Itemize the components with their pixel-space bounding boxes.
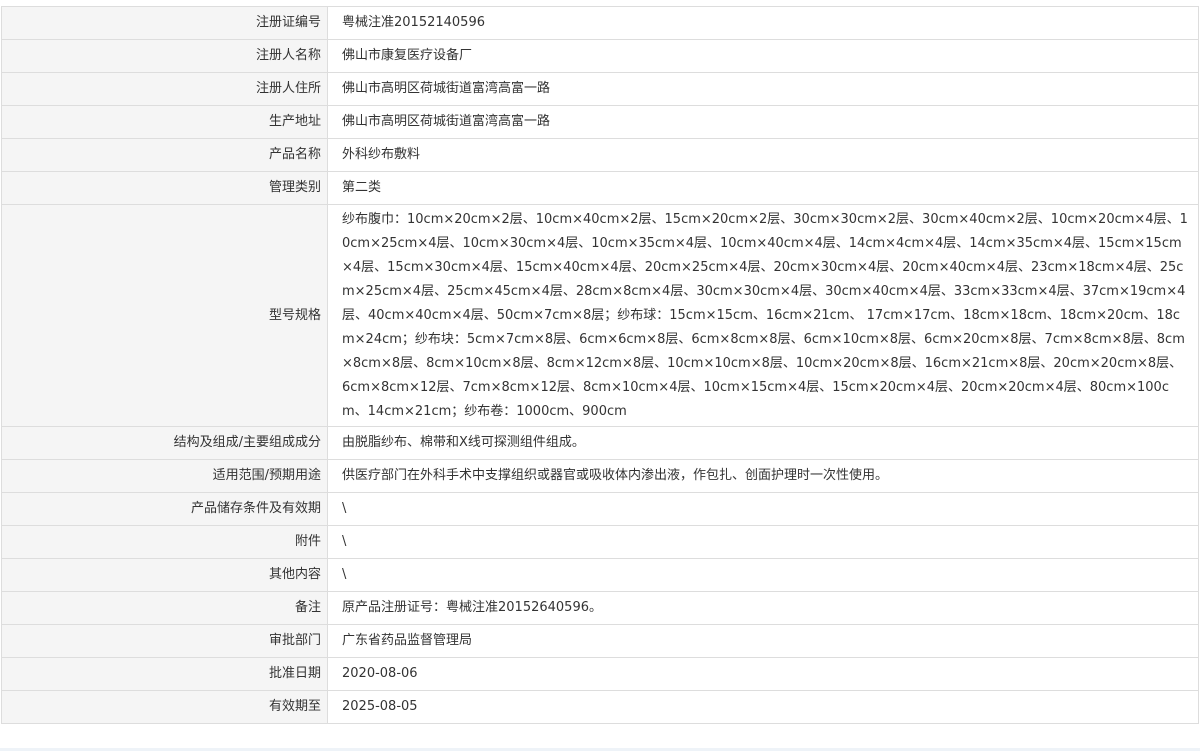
value-other-content: \	[327, 558, 1199, 592]
row-approval-department: 审批部门 广东省药品监督管理局	[1, 624, 1199, 658]
row-registrant-name: 注册人名称 佛山市康复医疗设备厂	[1, 39, 1199, 73]
label-approval-department: 审批部门	[1, 624, 328, 658]
row-intended-use: 适用范围/预期用途 供医疗部门在外科手术中支撑组织或器官或吸收体内渗出液，作包扎…	[1, 459, 1199, 493]
row-other-content: 其他内容 \	[1, 558, 1199, 592]
registration-detail-table: 注册证编号 粤械注准20152140596 注册人名称 佛山市康复医疗设备厂 注…	[1, 6, 1199, 724]
value-remarks: 原产品注册证号：粤械注准20152640596。	[327, 591, 1199, 625]
value-structure-composition: 由脱脂纱布、棉带和X线可探测组件组成。	[327, 426, 1199, 460]
label-intended-use: 适用范围/预期用途	[1, 459, 328, 493]
value-approval-department: 广东省药品监督管理局	[327, 624, 1199, 658]
label-model-specification: 型号规格	[1, 204, 328, 427]
label-valid-until: 有效期至	[1, 690, 328, 724]
label-production-address: 生产地址	[1, 105, 328, 139]
row-production-address: 生产地址 佛山市高明区荷城街道富湾高富一路	[1, 105, 1199, 139]
row-storage-validity: 产品储存条件及有效期 \	[1, 492, 1199, 526]
label-other-content: 其他内容	[1, 558, 328, 592]
value-storage-validity: \	[327, 492, 1199, 526]
value-product-name: 外科纱布敷料	[327, 138, 1199, 172]
row-registration-number: 注册证编号 粤械注准20152140596	[1, 6, 1199, 40]
value-approval-date: 2020-08-06	[327, 657, 1199, 691]
label-attachment: 附件	[1, 525, 328, 559]
label-registrant-address: 注册人住所	[1, 72, 328, 106]
row-model-specification: 型号规格 纱布腹巾：10cm×20cm×2层、10cm×40cm×2层、15cm…	[1, 204, 1199, 427]
label-remarks: 备注	[1, 591, 328, 625]
value-registration-number: 粤械注准20152140596	[327, 6, 1199, 40]
label-management-category: 管理类别	[1, 171, 328, 205]
row-approval-date: 批准日期 2020-08-06	[1, 657, 1199, 691]
value-model-specification: 纱布腹巾：10cm×20cm×2层、10cm×40cm×2层、15cm×20cm…	[327, 204, 1199, 427]
value-registrant-address: 佛山市高明区荷城街道富湾高富一路	[327, 72, 1199, 106]
row-remarks: 备注 原产品注册证号：粤械注准20152640596。	[1, 591, 1199, 625]
registration-detail-page: 注册证编号 粤械注准20152140596 注册人名称 佛山市康复医疗设备厂 注…	[0, 0, 1200, 751]
label-registrant-name: 注册人名称	[1, 39, 328, 73]
row-structure-composition: 结构及组成/主要组成成分 由脱脂纱布、棉带和X线可探测组件组成。	[1, 426, 1199, 460]
value-management-category: 第二类	[327, 171, 1199, 205]
row-attachment: 附件 \	[1, 525, 1199, 559]
label-approval-date: 批准日期	[1, 657, 328, 691]
label-structure-composition: 结构及组成/主要组成成分	[1, 426, 328, 460]
value-valid-until: 2025-08-05	[327, 690, 1199, 724]
label-storage-validity: 产品储存条件及有效期	[1, 492, 328, 526]
row-valid-until: 有效期至 2025-08-05	[1, 690, 1199, 724]
label-registration-number: 注册证编号	[1, 6, 328, 40]
label-product-name: 产品名称	[1, 138, 328, 172]
value-attachment: \	[327, 525, 1199, 559]
row-management-category: 管理类别 第二类	[1, 171, 1199, 205]
value-registrant-name: 佛山市康复医疗设备厂	[327, 39, 1199, 73]
value-production-address: 佛山市高明区荷城街道富湾高富一路	[327, 105, 1199, 139]
row-product-name: 产品名称 外科纱布敷料	[1, 138, 1199, 172]
value-intended-use: 供医疗部门在外科手术中支撑组织或器官或吸收体内渗出液，作包扎、创面护理时一次性使…	[327, 459, 1199, 493]
row-registrant-address: 注册人住所 佛山市高明区荷城街道富湾高富一路	[1, 72, 1199, 106]
